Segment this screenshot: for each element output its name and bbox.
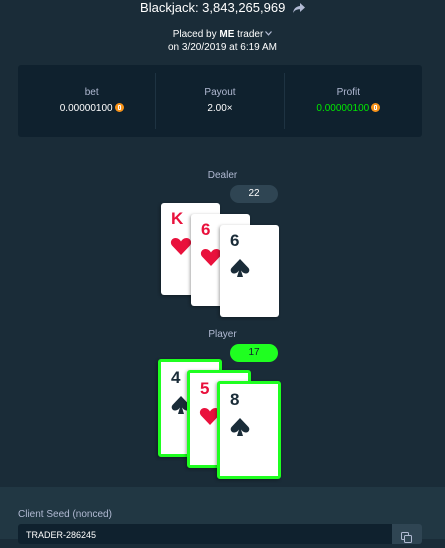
stat-bet-amount: 0.00000100: [59, 103, 113, 114]
stat-profit: Profit 0.00000100: [283, 73, 412, 129]
bet-date: on 3/20/2019 at 6:19 AM: [168, 42, 277, 53]
player-label: Player: [208, 329, 237, 340]
card-rank: 5: [200, 379, 210, 398]
stat-bet-label: bet: [84, 87, 99, 98]
spade-icon: [229, 416, 251, 438]
bitcoin-icon: [371, 103, 381, 112]
stat-bet: bet 0.00000100: [28, 73, 155, 129]
placed-by-prefix: Placed by: [172, 29, 217, 40]
stat-bet-value: 0.00000100: [28, 103, 155, 114]
stat-payout-label: Payout: [204, 87, 236, 98]
card-rank: K: [171, 209, 184, 228]
chevron-down-icon[interactable]: [265, 27, 273, 40]
card-rank: 6: [230, 231, 240, 250]
stat-profit-amount: 0.00000100: [316, 103, 370, 114]
dealer-score-badge: 22: [230, 185, 278, 203]
bet-title-text: Blackjack: 3,843,265,969: [140, 0, 286, 15]
card-rank: 6: [201, 220, 211, 239]
spade-icon: [229, 257, 251, 279]
bet-stats-panel: bet 0.00000100 Payout 2.00× Profit 0.000…: [18, 65, 422, 137]
share-icon[interactable]: [292, 2, 305, 18]
stat-profit-label: Profit: [336, 87, 360, 98]
copy-button[interactable]: [392, 524, 422, 544]
copy-icon: [401, 530, 412, 548]
client-seed-label: Client Seed (nonced): [18, 509, 112, 520]
bet-title: Blackjack: 3,843,265,969: [0, 0, 445, 18]
player-score-badge: 17: [230, 344, 278, 362]
player-card: 8: [217, 381, 281, 479]
heart-icon: [200, 246, 222, 268]
dealer-label: Dealer: [207, 170, 238, 181]
placed-by: Placed by ME trader: [0, 27, 445, 41]
client-seed-field[interactable]: TRADER-286245: [18, 524, 392, 544]
placed-by-trader[interactable]: trader: [237, 29, 263, 40]
stat-profit-value: 0.00000100: [285, 103, 412, 114]
dealer-card: 6: [220, 225, 279, 317]
card-rank: 8: [230, 390, 240, 409]
placed-by-user[interactable]: ME: [219, 29, 234, 40]
heart-icon: [170, 235, 192, 257]
stat-payout-value: 2.00×: [207, 103, 233, 114]
bitcoin-icon: [114, 103, 124, 112]
stat-payout: Payout 2.00×: [155, 73, 283, 129]
card-rank: 4: [171, 368, 181, 387]
